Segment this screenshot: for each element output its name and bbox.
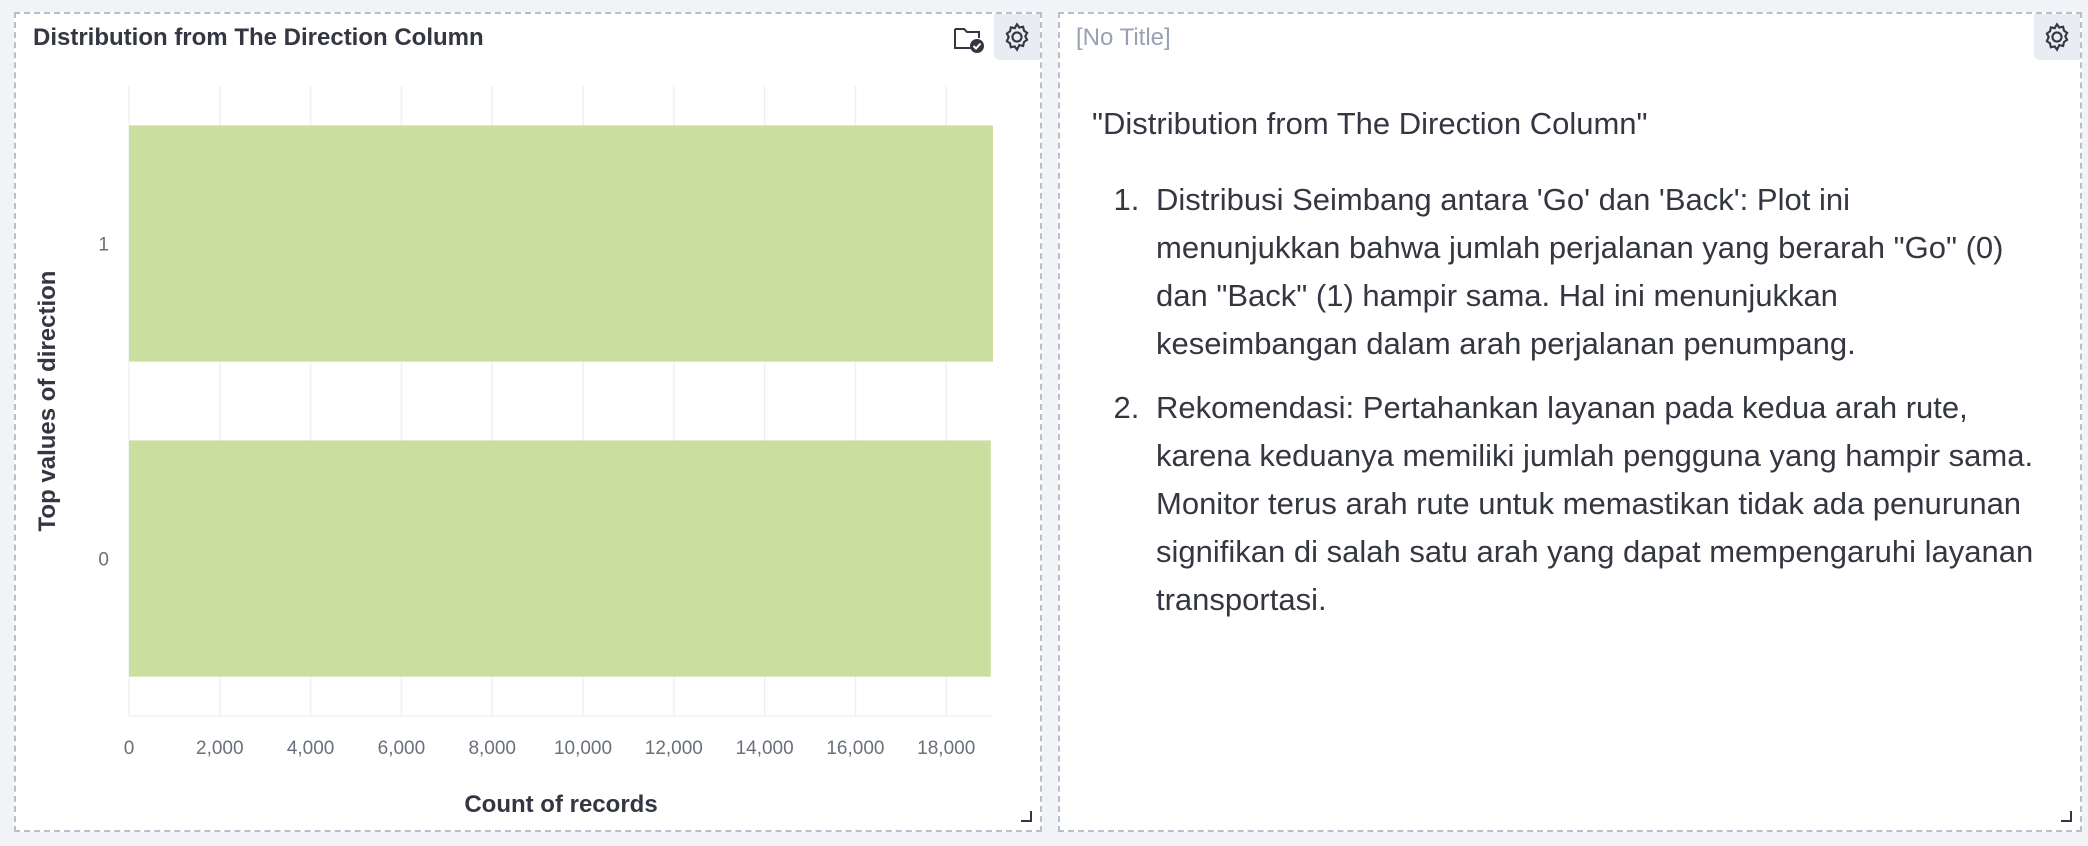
- gear-icon: [2045, 22, 2069, 52]
- bar-chart: 1 0 0 2,000 4,000 6,000 8,000 10,000 12,000 14,00…: [34, 86, 993, 818]
- markdown-panel: [No Title] "Distribution from The Direct…: [1058, 12, 2082, 832]
- markdown-content: "Distribution from The Direction Column"…: [1092, 100, 2040, 640]
- panel-settings-button[interactable]: [2034, 14, 2080, 60]
- markdown-heading: "Distribution from The Direction Column": [1092, 106, 1648, 141]
- y-tick-label: 0: [98, 550, 109, 571]
- panel-title: Distribution from The Direction Column: [33, 24, 484, 51]
- x-tick-label: 8,000: [468, 738, 516, 759]
- folder-check-icon[interactable]: [952, 21, 986, 55]
- panel-settings-button[interactable]: [994, 14, 1040, 60]
- y-axis-title: Top values of direction: [34, 271, 61, 532]
- x-axis-title: Count of records: [464, 791, 657, 818]
- x-tick-label: 4,000: [287, 738, 335, 759]
- x-tick-label: 6,000: [378, 738, 426, 759]
- x-tick-label: 16,000: [826, 738, 884, 759]
- x-tick-label: 10,000: [554, 738, 612, 759]
- y-tick-label: 1: [98, 235, 109, 256]
- list-item: Distribusi Seimbang antara 'Go' dan 'Bac…: [1148, 176, 2040, 368]
- x-tick-label: 18,000: [917, 738, 975, 759]
- x-tick-label: 0: [124, 738, 135, 759]
- chart-panel: 1 0 0 2,000 4,000 6,000 8,000 10,000 12,000 14,00…: [14, 12, 1042, 832]
- x-tick-label: 2,000: [196, 738, 244, 759]
- gear-icon: [1005, 22, 1029, 52]
- bar: [129, 440, 991, 677]
- resize-handle-icon[interactable]: [1020, 810, 1032, 822]
- list-item: Rekomendasi: Pertahankan layanan pada ke…: [1148, 384, 2040, 624]
- bar: [129, 125, 993, 362]
- panel-title: [No Title]: [1076, 24, 1171, 51]
- markdown-list: Distribusi Seimbang antara 'Go' dan 'Bac…: [1092, 176, 2040, 624]
- resize-handle-icon[interactable]: [2060, 810, 2072, 822]
- x-tick-label: 14,000: [736, 738, 794, 759]
- x-tick-label: 12,000: [645, 738, 703, 759]
